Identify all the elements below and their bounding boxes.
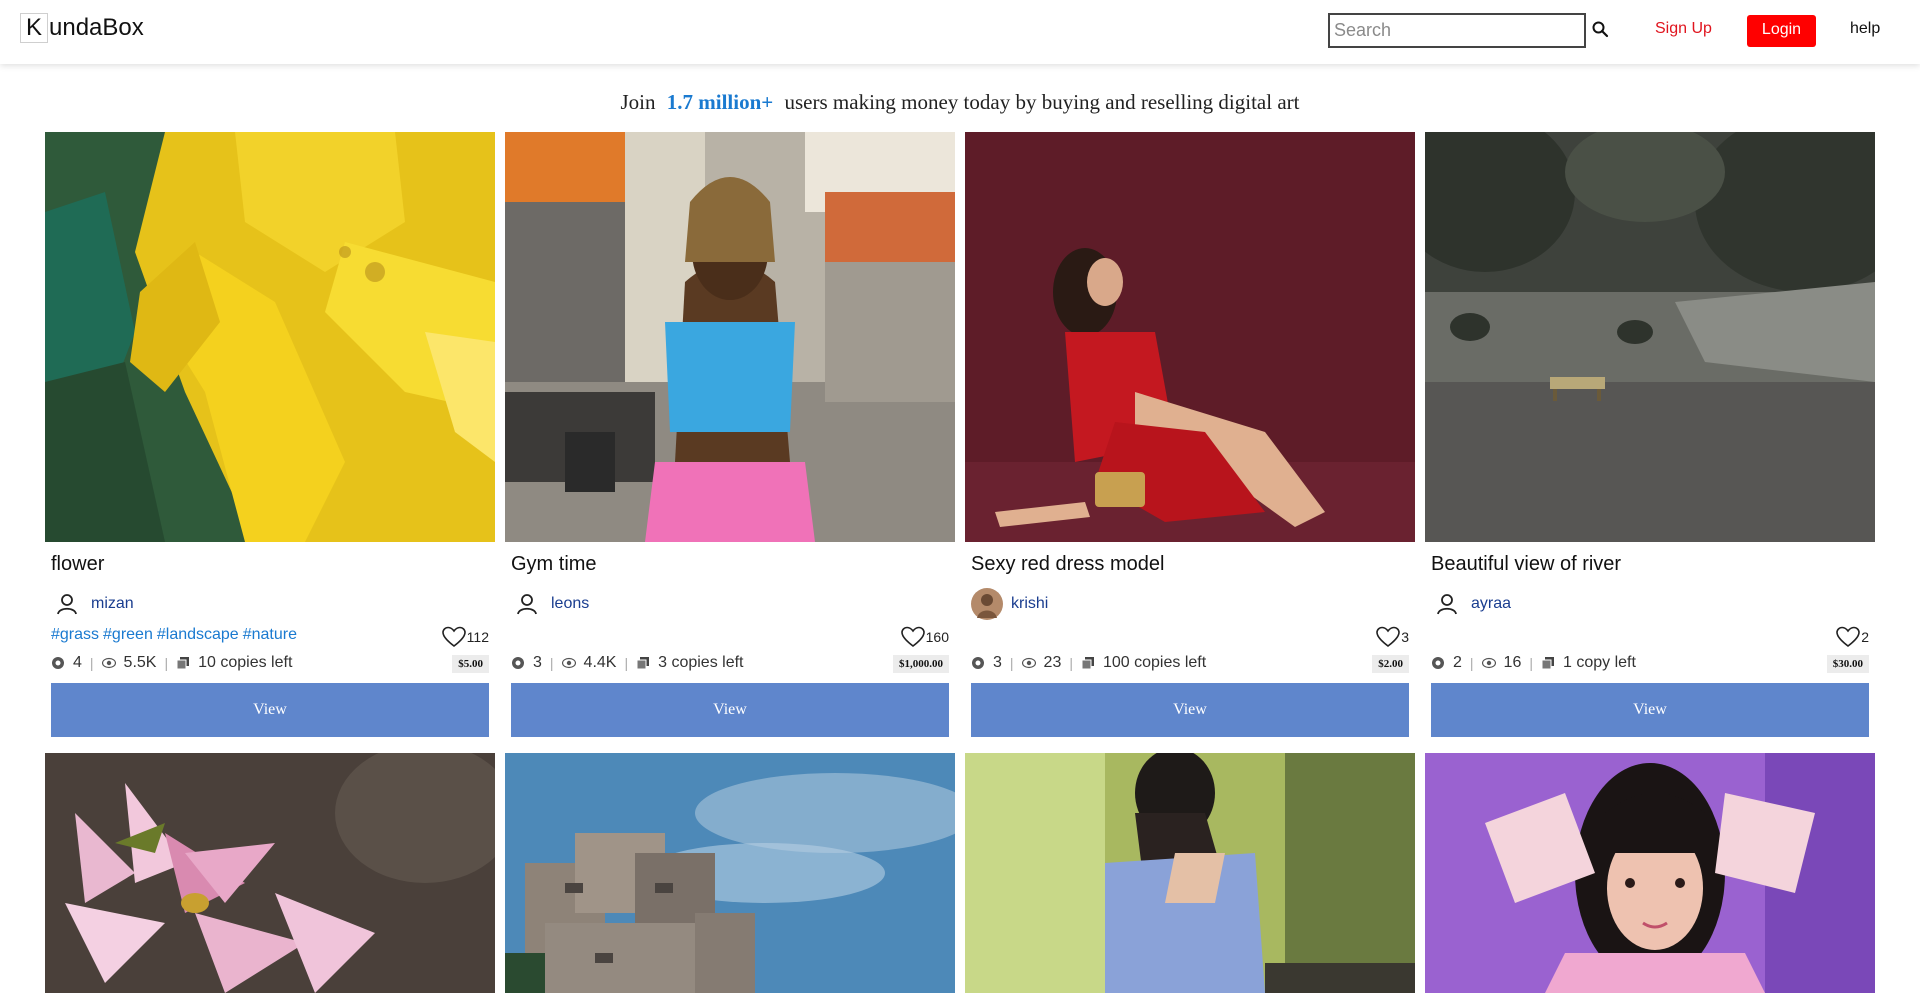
- banner-suffix: users making money today by buying and r…: [784, 90, 1300, 114]
- owner-name: mizan: [91, 595, 134, 612]
- artwork-title[interactable]: Sexy red dress model: [971, 553, 1164, 576]
- view-button[interactable]: View: [971, 683, 1409, 737]
- user-count: 1.7 million+: [666, 90, 774, 114]
- like-count: 3: [1401, 629, 1409, 645]
- eye-icon: [1481, 656, 1496, 670]
- artwork-image[interactable]: [45, 132, 495, 542]
- artwork-title[interactable]: flower: [51, 553, 104, 576]
- artwork-stats: 2 | 16 | 1 copy left: [1431, 654, 1636, 672]
- sign-up-link[interactable]: Sign Up: [1655, 20, 1712, 38]
- artwork-image[interactable]: [965, 753, 1415, 993]
- copies-icon: [1081, 656, 1095, 670]
- user-icon: [511, 588, 543, 620]
- user-icon: [1431, 588, 1463, 620]
- view-button[interactable]: View: [1431, 683, 1869, 737]
- eye-icon: [101, 656, 116, 670]
- tag-list: #grass #green #landscape #nature: [51, 626, 301, 644]
- copies-left: 1 copy left: [1562, 654, 1636, 671]
- resale-icon: [511, 656, 525, 670]
- artwork-image[interactable]: [965, 132, 1415, 542]
- owner-link[interactable]: leons: [511, 588, 589, 620]
- tag-link[interactable]: #landscape: [157, 626, 239, 643]
- artwork-title[interactable]: Beautiful view of river: [1431, 553, 1621, 576]
- promo-banner: Join 1.7 million+ users making money tod…: [0, 90, 1920, 115]
- artwork-image[interactable]: [505, 753, 955, 993]
- price-badge: $5.00: [452, 655, 489, 673]
- price-badge: $30.00: [1826, 655, 1869, 673]
- artwork-stats: 3 | 23 | 100 copies left: [971, 654, 1206, 672]
- help-link[interactable]: help: [1850, 20, 1880, 38]
- view-button[interactable]: View: [511, 683, 949, 737]
- resale-icon: [971, 656, 985, 670]
- view-count: 23: [1043, 654, 1062, 671]
- owner-link[interactable]: mizan: [51, 588, 134, 620]
- view-button[interactable]: View: [51, 683, 489, 737]
- price-badge: $2.00: [1372, 655, 1409, 673]
- like-count: 112: [466, 629, 489, 645]
- resale-count: 3: [533, 654, 542, 671]
- resale-icon: [51, 656, 65, 670]
- eye-icon: [561, 656, 576, 670]
- resale-count: 4: [73, 654, 82, 671]
- artwork-image[interactable]: [1425, 132, 1875, 542]
- top-navbar: K undaBox Sign Up Login help: [0, 0, 1920, 64]
- copies-icon: [1541, 656, 1555, 670]
- like-button[interactable]: 160: [900, 626, 949, 648]
- logo-letter: K: [20, 13, 48, 43]
- user-icon: [51, 588, 83, 620]
- like-count: 2: [1861, 629, 1869, 645]
- search-icon[interactable]: [1591, 20, 1609, 38]
- copies-left: 3 copies left: [658, 654, 744, 671]
- owner-name: ayraa: [1471, 595, 1512, 612]
- heart-icon: [1376, 626, 1401, 648]
- artwork-image[interactable]: [505, 132, 955, 542]
- copies-left: 100 copies left: [1102, 654, 1207, 671]
- artwork-stats: 4 | 5.5K | 10 copies left: [51, 654, 292, 672]
- resale-count: 3: [993, 654, 1002, 671]
- artwork-image[interactable]: [1425, 753, 1875, 993]
- view-count: 5.5K: [123, 654, 157, 671]
- tag-link[interactable]: #grass: [51, 626, 99, 643]
- resale-count: 2: [1453, 654, 1462, 671]
- owner-name: leons: [551, 595, 590, 612]
- like-button[interactable]: 112: [441, 626, 489, 648]
- artwork-stats: 3 | 4.4K | 3 copies left: [511, 654, 744, 672]
- login-button[interactable]: Login: [1747, 15, 1816, 47]
- eye-icon: [1021, 656, 1036, 670]
- artwork-title[interactable]: Gym time: [511, 553, 597, 576]
- banner-prefix: Join: [620, 90, 656, 114]
- profile-photo: [971, 588, 1003, 620]
- copies-icon: [176, 656, 190, 670]
- like-count: 160: [925, 629, 949, 645]
- view-count: 4.4K: [583, 654, 617, 671]
- copies-icon: [636, 656, 650, 670]
- resale-icon: [1431, 656, 1445, 670]
- search-input[interactable]: [1328, 13, 1586, 48]
- artwork-image[interactable]: [45, 753, 495, 993]
- view-count: 16: [1503, 654, 1522, 671]
- owner-name: krishi: [1011, 595, 1049, 612]
- heart-icon: [441, 626, 466, 648]
- like-button[interactable]: 2: [1836, 626, 1869, 648]
- price-badge: $1,000.00: [893, 655, 949, 673]
- owner-link[interactable]: ayraa: [1431, 588, 1511, 620]
- heart-icon: [900, 626, 925, 648]
- like-button[interactable]: 3: [1376, 626, 1409, 648]
- heart-icon: [1836, 626, 1861, 648]
- logo-text: undaBox: [49, 14, 144, 41]
- kundabox-logo[interactable]: K undaBox: [20, 13, 144, 43]
- owner-link[interactable]: krishi: [971, 588, 1048, 620]
- tag-link[interactable]: #green: [103, 626, 153, 643]
- tag-link[interactable]: #nature: [243, 626, 297, 643]
- copies-left: 10 copies left: [198, 654, 293, 671]
